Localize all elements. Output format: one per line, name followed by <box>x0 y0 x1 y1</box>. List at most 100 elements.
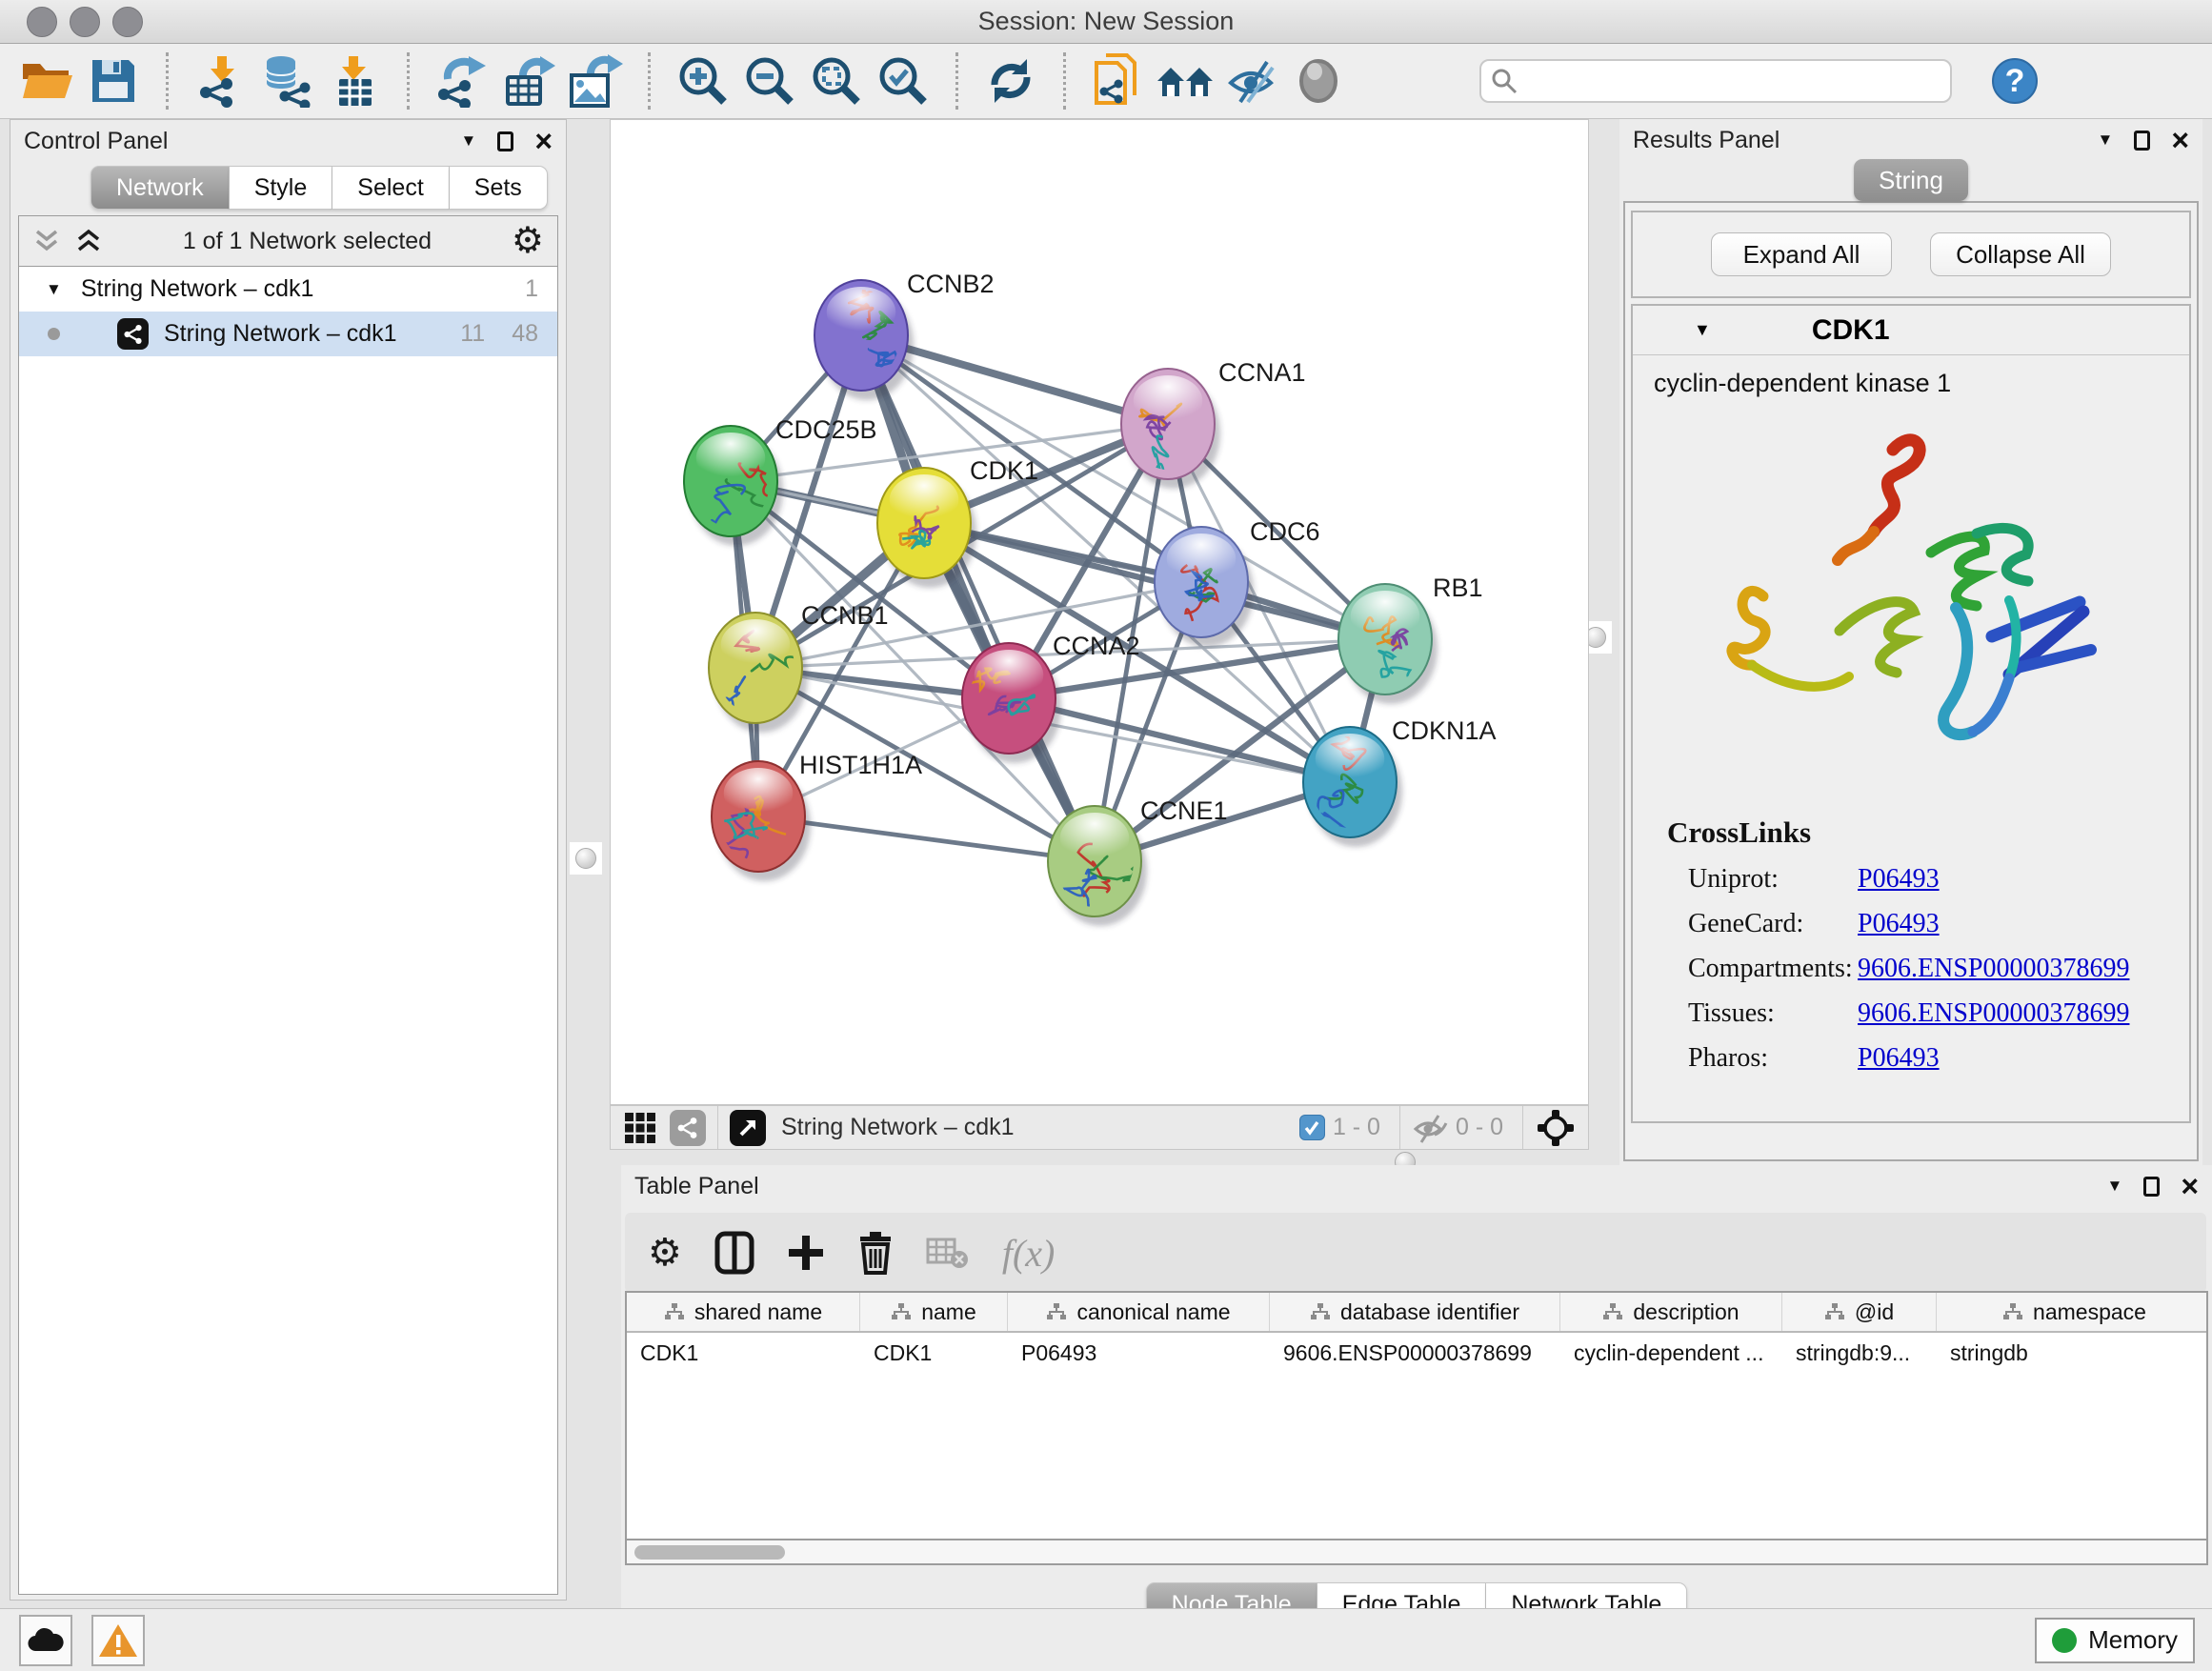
table-cell[interactable]: CDK1 <box>860 1333 1008 1373</box>
tab-select[interactable]: Select <box>332 166 449 210</box>
table-row[interactable]: CDK1CDK1P064939606.ENSP00000378699cyclin… <box>627 1333 2206 1373</box>
selected-nodes-checkbox[interactable] <box>1299 1115 1325 1140</box>
warning-status-button[interactable] <box>91 1615 145 1666</box>
network-node-RB1[interactable] <box>1338 584 1438 704</box>
import-network-database-button[interactable] <box>254 50 321 111</box>
table-cell[interactable]: CDK1 <box>627 1333 860 1373</box>
database-import-icon <box>260 54 315 108</box>
column-header-name[interactable]: name <box>860 1293 1008 1331</box>
panel-close-icon[interactable]: × <box>2181 1177 2199 1196</box>
enhanced-labels-toggle-button[interactable] <box>1218 50 1285 111</box>
panel-float-icon[interactable] <box>2134 131 2150 151</box>
zoom-selected-button[interactable] <box>870 50 936 111</box>
import-table-button[interactable] <box>321 50 388 111</box>
search-field[interactable] <box>1479 59 1952 103</box>
memory-button[interactable]: Memory <box>2035 1618 2195 1663</box>
network-options-gear-icon[interactable]: ⚙ <box>512 223 544 259</box>
detach-view-icon[interactable] <box>730 1110 766 1146</box>
network-node-CCNB2[interactable] <box>814 280 914 400</box>
column-header-database-identifier[interactable]: database identifier <box>1270 1293 1560 1331</box>
expand-all-networks-icon[interactable] <box>74 227 103 255</box>
node-label-CCNA1: CCNA1 <box>1218 358 1306 387</box>
table-cell[interactable]: stringdb <box>1937 1333 2208 1373</box>
network-node-CDC6[interactable] <box>1155 527 1254 647</box>
collapse-all-button[interactable]: Collapse All <box>1930 232 2111 276</box>
zoom-fit-button[interactable] <box>803 50 870 111</box>
network-collection-row[interactable]: ▼ String Network – cdk1 1 <box>19 267 557 312</box>
export-table-button[interactable] <box>495 50 562 111</box>
column-tree-icon <box>1824 1302 1845 1321</box>
tab-style[interactable]: Style <box>230 166 333 210</box>
network-node-CCNA2[interactable] <box>962 643 1061 763</box>
network-node-CCNA1[interactable] <box>1121 369 1220 489</box>
network-view-badge-icon[interactable] <box>670 1110 706 1146</box>
compartments-link[interactable]: 9606.ENSP00000378699 <box>1858 954 2129 984</box>
column-header-canonical-name[interactable]: canonical name <box>1008 1293 1270 1331</box>
network-node-CDK1[interactable] <box>877 468 976 588</box>
navbar-separator <box>717 1106 718 1149</box>
grid-view-icon[interactable] <box>624 1112 656 1144</box>
export-network-icon <box>434 54 490 108</box>
open-session-button[interactable] <box>13 50 80 111</box>
panel-float-icon[interactable] <box>2143 1177 2160 1197</box>
import-network-file-button[interactable] <box>188 50 254 111</box>
add-column-icon[interactable] <box>787 1234 825 1272</box>
table-horizontal-scrollbar[interactable] <box>625 1540 2208 1565</box>
toolbar-separator <box>955 52 958 110</box>
show-columns-icon[interactable] <box>714 1231 754 1275</box>
pharos-link[interactable]: P06493 <box>1858 1043 1940 1074</box>
network-node-CDC25B[interactable] <box>684 426 787 546</box>
panel-menu-icon[interactable]: ▼ <box>2097 131 2113 150</box>
tab-network[interactable]: Network <box>90 166 230 210</box>
column-header-description[interactable]: description <box>1560 1293 1782 1331</box>
string-home-button[interactable] <box>1152 50 1218 111</box>
panel-menu-icon[interactable]: ▼ <box>460 131 476 151</box>
network-canvas[interactable]: CCNB2CCNA1CDC25BCDK1CDC6RB1CCNB1CCNA2CDK… <box>610 119 1589 1105</box>
string-import-button[interactable] <box>1085 50 1152 111</box>
export-image-button[interactable] <box>562 50 629 111</box>
birds-eye-view-icon[interactable] <box>1537 1109 1575 1147</box>
column-header--id[interactable]: @id <box>1782 1293 1937 1331</box>
uniprot-link[interactable]: P06493 <box>1858 864 1940 895</box>
zoom-out-button[interactable] <box>736 50 803 111</box>
panel-float-icon[interactable] <box>497 131 513 151</box>
table-cell[interactable]: P06493 <box>1008 1333 1270 1373</box>
delete-column-trash-icon[interactable] <box>857 1231 894 1275</box>
network-node-HIST1H1A[interactable] <box>712 761 811 881</box>
scrollbar-thumb[interactable] <box>634 1545 785 1560</box>
cloud-status-button[interactable] <box>19 1615 72 1666</box>
collection-count: 1 <box>525 275 538 303</box>
main-toolbar: ? <box>0 44 2212 119</box>
section-expand-icon[interactable]: ▼ <box>1694 320 1711 340</box>
column-header-namespace[interactable]: namespace <box>1937 1293 2208 1331</box>
tab-string[interactable]: String <box>1854 159 1968 201</box>
help-button[interactable]: ? <box>1992 58 2038 104</box>
network-row-selected[interactable]: String Network – cdk1 11 48 <box>19 312 557 356</box>
panel-close-icon[interactable]: × <box>534 131 553 151</box>
export-network-button[interactable] <box>429 50 495 111</box>
network-node-CCNE1[interactable] <box>1048 806 1147 926</box>
apply-layout-button[interactable] <box>977 50 1044 111</box>
zoom-in-button[interactable] <box>670 50 736 111</box>
panel-menu-icon[interactable]: ▼ <box>2106 1177 2122 1196</box>
table-cell[interactable]: cyclin-dependent ... <box>1560 1333 1782 1373</box>
node-label-CCNE1: CCNE1 <box>1140 796 1228 825</box>
search-input[interactable] <box>1525 68 1941 94</box>
table-cell[interactable]: 9606.ENSP00000378699 <box>1270 1333 1560 1373</box>
network-node-CDKN1A[interactable] <box>1303 727 1402 847</box>
genecard-link[interactable]: P06493 <box>1858 909 1940 939</box>
collection-expand-icon[interactable]: ▼ <box>46 280 62 299</box>
panel-close-icon[interactable]: × <box>2171 131 2189 150</box>
tab-sets[interactable]: Sets <box>450 166 548 210</box>
tissues-link[interactable]: 9606.ENSP00000378699 <box>1858 998 2129 1029</box>
expand-all-button[interactable]: Expand All <box>1711 232 1892 276</box>
node-section-header[interactable]: ▼ CDK1 <box>1633 306 2189 355</box>
save-session-button[interactable] <box>80 50 147 111</box>
node-label-RB1: RB1 <box>1433 574 1483 602</box>
table-options-gear-icon[interactable]: ⚙ <box>648 1231 682 1275</box>
column-header-shared-name[interactable]: shared name <box>627 1293 860 1331</box>
collapse-all-networks-icon[interactable] <box>32 227 61 255</box>
table-cell[interactable]: stringdb:9... <box>1782 1333 1937 1373</box>
show-glass-ball-toggle-button[interactable] <box>1285 50 1352 111</box>
left-splitter-handle[interactable] <box>570 842 602 875</box>
